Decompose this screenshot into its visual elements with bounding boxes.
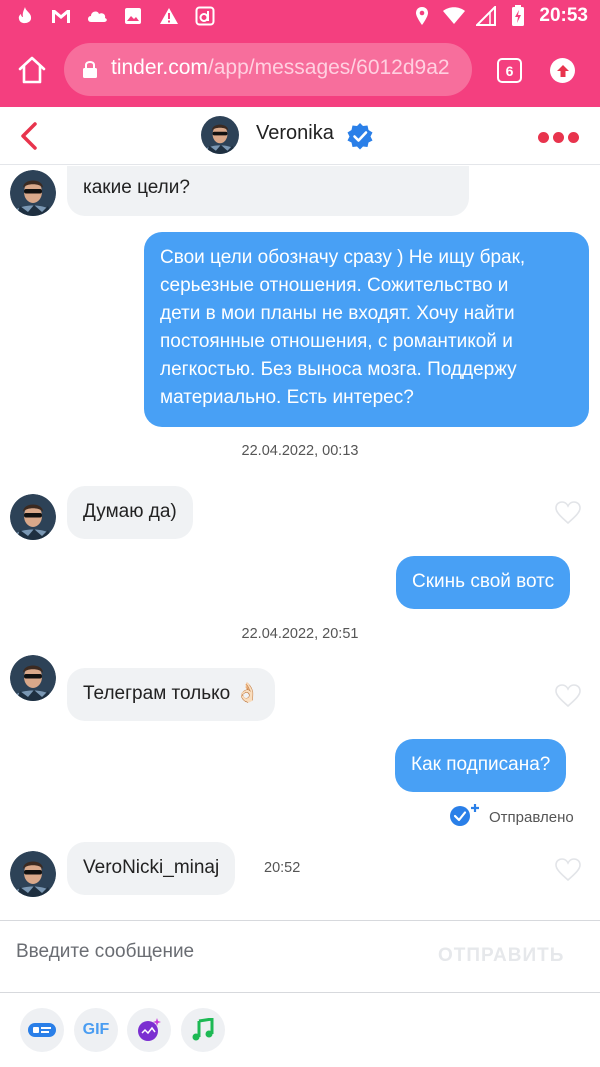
message-text-line: постоянные отношения, с романтикой и: [160, 331, 513, 352]
browser-toolbar: tinder.com/app/messages/6012d9a2 6: [0, 32, 600, 107]
message-bubble-incoming[interactable]: Думаю да): [67, 486, 193, 539]
tabs-count-button[interactable]: 6: [497, 58, 522, 83]
tinder-flame-icon: [14, 5, 36, 27]
upload-icon[interactable]: [550, 58, 575, 83]
gif-label: GIF: [82, 1021, 110, 1038]
gmail-icon: [50, 5, 72, 27]
message-text: VeroNicki_minaj: [83, 857, 220, 878]
location-icon: [411, 5, 433, 27]
sent-check-icon: [449, 803, 481, 831]
message-text-line: материально. Есть интерес?: [160, 387, 414, 408]
warning-icon: [158, 5, 180, 27]
message-text-line: легкостью. Без выноса мозга. Поддержу: [160, 359, 517, 380]
status-bar: 20:53: [0, 0, 600, 32]
message-bubble-outgoing[interactable]: Как подписана?: [395, 739, 567, 792]
delivery-status: Отправлено: [449, 803, 574, 831]
message-bubble-incoming[interactable]: Телеграм только 👌🏻: [67, 668, 276, 721]
wifi-icon: [443, 5, 466, 27]
url-path: /app/messages/6012d9a2: [207, 56, 450, 79]
composer-tools: GIF: [0, 993, 600, 1067]
message-bubble-incoming[interactable]: VeroNicki_minaj: [67, 842, 236, 895]
verified-badge-icon: [346, 122, 374, 150]
status-text: Отправлено: [489, 808, 574, 826]
message-text-line: Свои цели обозначу сразу ) Не ищу брак,: [160, 247, 526, 268]
cloud-icon: [86, 5, 108, 27]
message-input[interactable]: [16, 941, 416, 963]
avatar[interactable]: [10, 851, 56, 897]
message-composer: ОТПРАВИТЬ: [0, 920, 600, 993]
message-text: Как подписана?: [411, 754, 551, 775]
swipe-night-icon[interactable]: [127, 1008, 171, 1052]
message-list[interactable]: какие цели? Свои цели обозначу сразу ) Н…: [0, 166, 600, 920]
message-text: Телеграм только 👌🏻: [83, 683, 260, 704]
message-bubble-incoming[interactable]: какие цели?: [67, 166, 469, 216]
send-button[interactable]: ОТПРАВИТЬ: [438, 945, 564, 967]
url-host: tinder.com: [111, 56, 208, 79]
avatar[interactable]: [10, 494, 56, 540]
image-icon: [122, 5, 144, 27]
avatar[interactable]: [201, 116, 239, 154]
message-timestamp: 22.04.2022, 00:13: [241, 443, 359, 459]
message-text: какие цели?: [83, 177, 190, 198]
more-options-icon[interactable]: [538, 132, 579, 143]
music-icon[interactable]: [181, 1008, 225, 1052]
contact-name[interactable]: Veronika: [256, 122, 334, 145]
chat-header: Veronika: [0, 107, 600, 165]
avatar[interactable]: [10, 655, 56, 701]
message-bubble-outgoing[interactable]: Свои цели обозначу сразу ) Не ищу брак, …: [144, 232, 589, 427]
sticker-card-icon[interactable]: [20, 1008, 64, 1052]
signal-icon: [475, 5, 497, 27]
home-icon[interactable]: [16, 54, 48, 86]
like-heart-icon[interactable]: [555, 858, 581, 882]
message-text: Думаю да): [83, 501, 177, 522]
message-timestamp: 22.04.2022, 20:51: [241, 626, 359, 642]
message-bubble-outgoing[interactable]: Скинь свой вотс: [396, 556, 571, 609]
address-bar[interactable]: tinder.com/app/messages/6012d9a2: [64, 43, 472, 96]
url-text: tinder.com/app/messages/6012d9a2: [111, 56, 450, 80]
message-time: 20:52: [264, 860, 301, 876]
message-text-line: серьезные отношения. Сожительство и: [160, 275, 509, 296]
gif-icon[interactable]: GIF: [74, 1008, 118, 1052]
message-text: Скинь свой вотс: [412, 571, 555, 592]
like-heart-icon[interactable]: [555, 501, 581, 525]
back-icon[interactable]: [18, 121, 40, 151]
message-text-line: дети в мои планы не входят. Хочу найти: [160, 303, 515, 324]
avatar[interactable]: [10, 170, 56, 216]
like-heart-icon[interactable]: [555, 684, 581, 708]
clock: 20:53: [539, 5, 588, 26]
app-d-icon: [194, 5, 216, 27]
battery-icon: [507, 5, 529, 27]
lock-icon: [82, 60, 98, 79]
